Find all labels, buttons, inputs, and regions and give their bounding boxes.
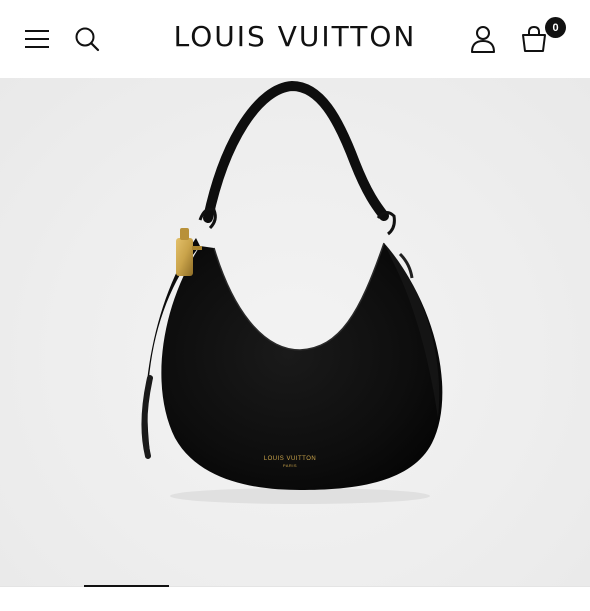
- product-image[interactable]: LOUIS VUITTON PARIS: [0, 78, 590, 586]
- indicator-active-slide[interactable]: [84, 585, 169, 587]
- site-header: LOUIS VUITTON 0: [0, 0, 590, 78]
- brand-logo[interactable]: LOUIS VUITTON: [0, 20, 590, 53]
- bag-imprint: LOUIS VUITTON PARIS: [250, 456, 330, 468]
- hobo-bag-illustration: [141, 80, 443, 504]
- imprint-city: PARIS: [282, 463, 298, 468]
- cart-count-badge[interactable]: 0: [545, 17, 566, 38]
- gallery-indicator: [0, 585, 590, 611]
- account-icon[interactable]: [466, 22, 500, 56]
- imprint-brand: LOUIS VUITTON: [263, 456, 317, 462]
